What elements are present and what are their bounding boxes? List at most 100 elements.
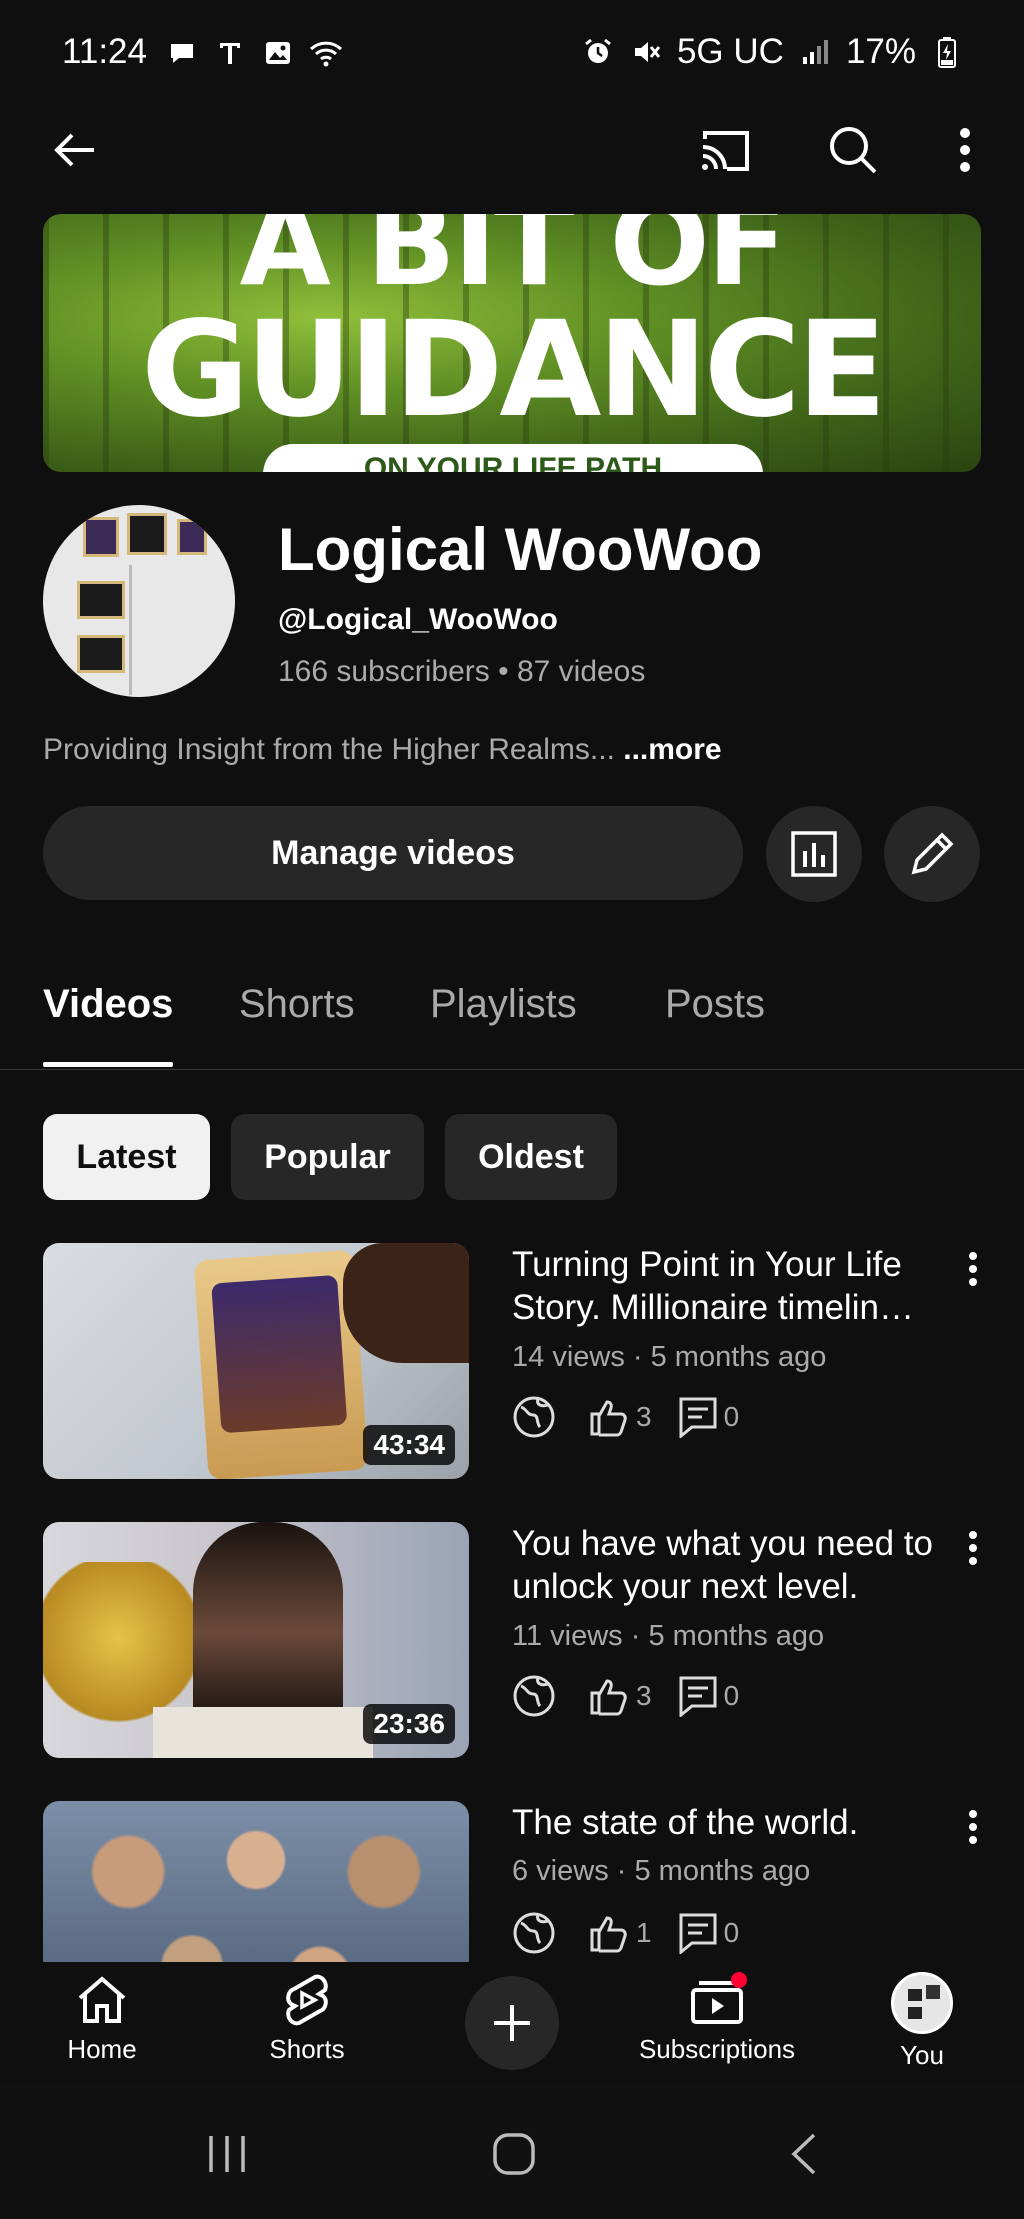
globe-icon bbox=[513, 1912, 555, 1954]
video-thumbnail[interactable]: 43:34 bbox=[43, 1243, 469, 1479]
status-notification-icons bbox=[165, 36, 343, 70]
globe-icon bbox=[513, 1396, 555, 1438]
video-item[interactable]: 23:36 You have what you need to unlock y… bbox=[43, 1522, 993, 1762]
wifi-icon bbox=[309, 36, 343, 70]
edit-channel-button[interactable] bbox=[884, 806, 980, 902]
thumbs-up-icon bbox=[590, 1916, 627, 1953]
thumbs-up-icon bbox=[590, 1400, 627, 1437]
more-link[interactable]: ...more bbox=[623, 733, 721, 766]
t-mobile-icon bbox=[213, 36, 247, 70]
video-options-button[interactable] bbox=[953, 1807, 993, 1847]
tab-playlists[interactable]: Playlists bbox=[430, 982, 577, 1027]
account-avatar bbox=[891, 1972, 953, 2034]
home-icon bbox=[78, 1976, 126, 2023]
analytics-icon bbox=[791, 831, 837, 877]
notification-dot bbox=[731, 1972, 747, 1988]
cast-button[interactable] bbox=[690, 115, 760, 185]
battery-charging-icon bbox=[930, 35, 964, 69]
nav-you[interactable]: You bbox=[842, 1972, 1002, 2071]
video-title[interactable]: You have what you need to unlock your ne… bbox=[512, 1522, 942, 1608]
mute-icon bbox=[629, 35, 663, 69]
create-button[interactable] bbox=[465, 1976, 559, 2070]
nav-subscriptions[interactable]: Subscriptions bbox=[637, 1972, 797, 2065]
avatar-art-card bbox=[83, 517, 119, 557]
back-button[interactable] bbox=[40, 115, 110, 185]
back-system-button[interactable] bbox=[786, 2132, 822, 2181]
search-button[interactable] bbox=[818, 115, 888, 185]
nav-shorts[interactable]: Shorts bbox=[227, 1972, 387, 2065]
video-options-button[interactable] bbox=[953, 1528, 993, 1568]
cast-icon bbox=[702, 131, 749, 171]
tarot-card-art bbox=[211, 1274, 348, 1434]
video-meta: 6 views · 5 months ago bbox=[512, 1855, 811, 1887]
status-time: 11:24 bbox=[62, 32, 147, 71]
image-icon bbox=[261, 36, 295, 70]
likes-count: 3 bbox=[588, 1675, 652, 1717]
channel-avatar[interactable] bbox=[43, 505, 235, 697]
active-tab-indicator bbox=[43, 1062, 173, 1067]
video-stats: 3 0 bbox=[512, 1674, 765, 1718]
channel-banner: A BIT OF GUIDANCE ON YOUR LIFE PATH bbox=[43, 214, 981, 472]
channel-tabs: Videos Shorts Playlists Posts bbox=[0, 960, 1024, 1070]
channel-name: Logical WooWoo bbox=[278, 516, 763, 583]
likes-value: 1 bbox=[636, 1917, 652, 1948]
avatar-art-card bbox=[77, 635, 125, 673]
tab-videos[interactable]: Videos bbox=[43, 982, 173, 1027]
video-duration: 43:34 bbox=[363, 1425, 455, 1465]
video-thumbnail[interactable]: 23:36 bbox=[43, 1522, 469, 1758]
comment-icon bbox=[679, 1676, 717, 1717]
comment-icon bbox=[679, 1913, 717, 1954]
analytics-button[interactable] bbox=[766, 806, 862, 902]
chip-popular[interactable]: Popular bbox=[231, 1114, 424, 1200]
video-title[interactable]: Turning Point in Your Life Story. Millio… bbox=[512, 1243, 942, 1329]
comments-count: 0 bbox=[678, 1675, 740, 1717]
more-vert-icon bbox=[960, 128, 970, 172]
nav-you-label: You bbox=[900, 2040, 944, 2070]
manage-videos-button[interactable]: Manage videos bbox=[43, 806, 743, 900]
chip-latest[interactable]: Latest bbox=[43, 1114, 210, 1200]
tab-shorts[interactable]: Shorts bbox=[239, 982, 355, 1027]
comment-icon bbox=[679, 1397, 717, 1438]
table-image bbox=[153, 1707, 373, 1758]
bottom-navigation: Home Shorts Subscriptions You bbox=[0, 1962, 1024, 2086]
hand-image bbox=[343, 1243, 469, 1363]
search-icon bbox=[830, 127, 877, 174]
alarm-icon bbox=[581, 35, 615, 69]
thumbs-up-icon bbox=[590, 1679, 627, 1716]
video-stats: 1 0 bbox=[512, 1911, 765, 1955]
more-options-button[interactable] bbox=[930, 115, 1000, 185]
comments-value: 0 bbox=[723, 1680, 740, 1711]
home-system-button[interactable] bbox=[492, 2132, 536, 2181]
battery-percent: 17% bbox=[845, 32, 916, 71]
visibility-public bbox=[512, 1395, 562, 1439]
recent-apps-button[interactable] bbox=[205, 2134, 253, 2179]
channel-handle: @Logical_WooWoo bbox=[278, 603, 558, 636]
video-title[interactable]: The state of the world. bbox=[512, 1801, 942, 1844]
comments-count: 0 bbox=[678, 1912, 739, 1954]
comments-count: 0 bbox=[678, 1396, 740, 1438]
chip-oldest[interactable]: Oldest bbox=[445, 1114, 617, 1200]
subscriptions-icon bbox=[691, 1972, 747, 2024]
plus-icon bbox=[494, 2005, 530, 2041]
video-duration: 23:36 bbox=[363, 1704, 455, 1744]
video-meta: 11 views · 5 months ago bbox=[512, 1620, 825, 1652]
signal-icon bbox=[798, 35, 832, 69]
channel-stats: 166 subscribers • 87 videos bbox=[278, 655, 646, 688]
home-circle-icon bbox=[493, 2133, 535, 2175]
chevron-left-icon bbox=[791, 2133, 816, 2175]
system-navigation-bar bbox=[0, 2086, 1024, 2219]
tab-posts[interactable]: Posts bbox=[665, 982, 765, 1027]
nav-home[interactable]: Home bbox=[22, 1972, 182, 2065]
video-meta: 14 views · 5 months ago bbox=[512, 1341, 827, 1373]
comments-value: 0 bbox=[723, 1401, 740, 1432]
video-item[interactable]: 43:34 Turning Point in Your Life Story. … bbox=[43, 1243, 993, 1483]
avatar-art-card bbox=[926, 1985, 940, 1999]
avatar-art-card bbox=[77, 581, 125, 619]
avatar-art-card bbox=[127, 513, 167, 555]
network-type: 5G UC bbox=[676, 32, 784, 71]
banner-text-line2: GUIDANCE bbox=[141, 293, 887, 447]
video-options-button[interactable] bbox=[953, 1249, 993, 1289]
top-app-bar bbox=[0, 110, 1024, 200]
visibility-public bbox=[512, 1911, 562, 1955]
channel-description[interactable]: Providing Insight from the Higher Realms… bbox=[43, 733, 722, 767]
